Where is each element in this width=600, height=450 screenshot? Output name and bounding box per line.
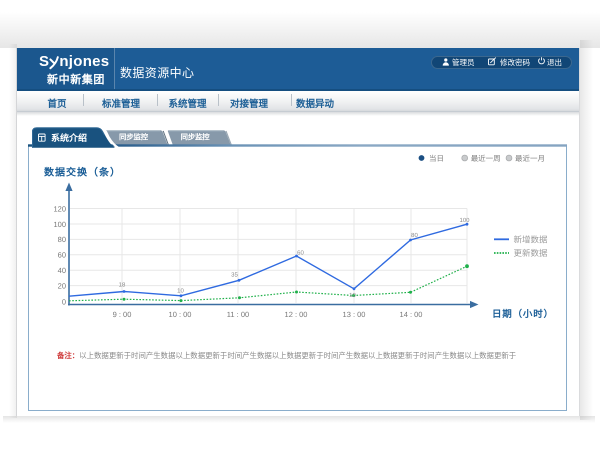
svg-text:10: 10 xyxy=(349,292,356,299)
svg-text:100: 100 xyxy=(53,220,66,229)
svg-text:80: 80 xyxy=(58,235,66,244)
svg-text:35: 35 xyxy=(231,272,238,279)
svg-text:当日: 当日 xyxy=(429,154,444,163)
svg-text:12 : 00: 12 : 00 xyxy=(285,310,308,319)
svg-text:0: 0 xyxy=(62,297,66,306)
svg-text:100: 100 xyxy=(459,217,470,224)
svg-text:同步监控: 同步监控 xyxy=(119,133,149,142)
svg-text:13 : 00: 13 : 00 xyxy=(343,310,366,319)
svg-text:系统介绍: 系统介绍 xyxy=(51,133,87,143)
svg-text:60: 60 xyxy=(297,250,304,257)
svg-text:18: 18 xyxy=(119,282,126,289)
svg-text:新增数据: 新增数据 xyxy=(514,234,549,244)
svg-text:80: 80 xyxy=(411,232,418,239)
svg-text:120: 120 xyxy=(53,204,66,213)
svg-text:最近一月: 最近一月 xyxy=(515,154,545,163)
svg-text:数据交换（条）: 数据交换（条） xyxy=(43,167,121,179)
svg-text:最近一周: 最近一周 xyxy=(471,154,501,163)
svg-text:9 : 00: 9 : 00 xyxy=(113,310,132,319)
svg-text:40: 40 xyxy=(58,266,66,275)
svg-text:同步监控: 同步监控 xyxy=(181,133,211,142)
svg-text:14 : 00: 14 : 00 xyxy=(400,310,423,319)
svg-text:10 : 00: 10 : 00 xyxy=(169,310,192,319)
svg-text:日期（小时）: 日期（小时） xyxy=(492,308,554,320)
svg-text:60: 60 xyxy=(58,251,66,260)
svg-text:11 : 00: 11 : 00 xyxy=(227,310,249,319)
svg-text:10: 10 xyxy=(177,288,184,295)
svg-text:更新数据: 更新数据 xyxy=(514,248,549,258)
svg-text:20: 20 xyxy=(58,281,66,290)
